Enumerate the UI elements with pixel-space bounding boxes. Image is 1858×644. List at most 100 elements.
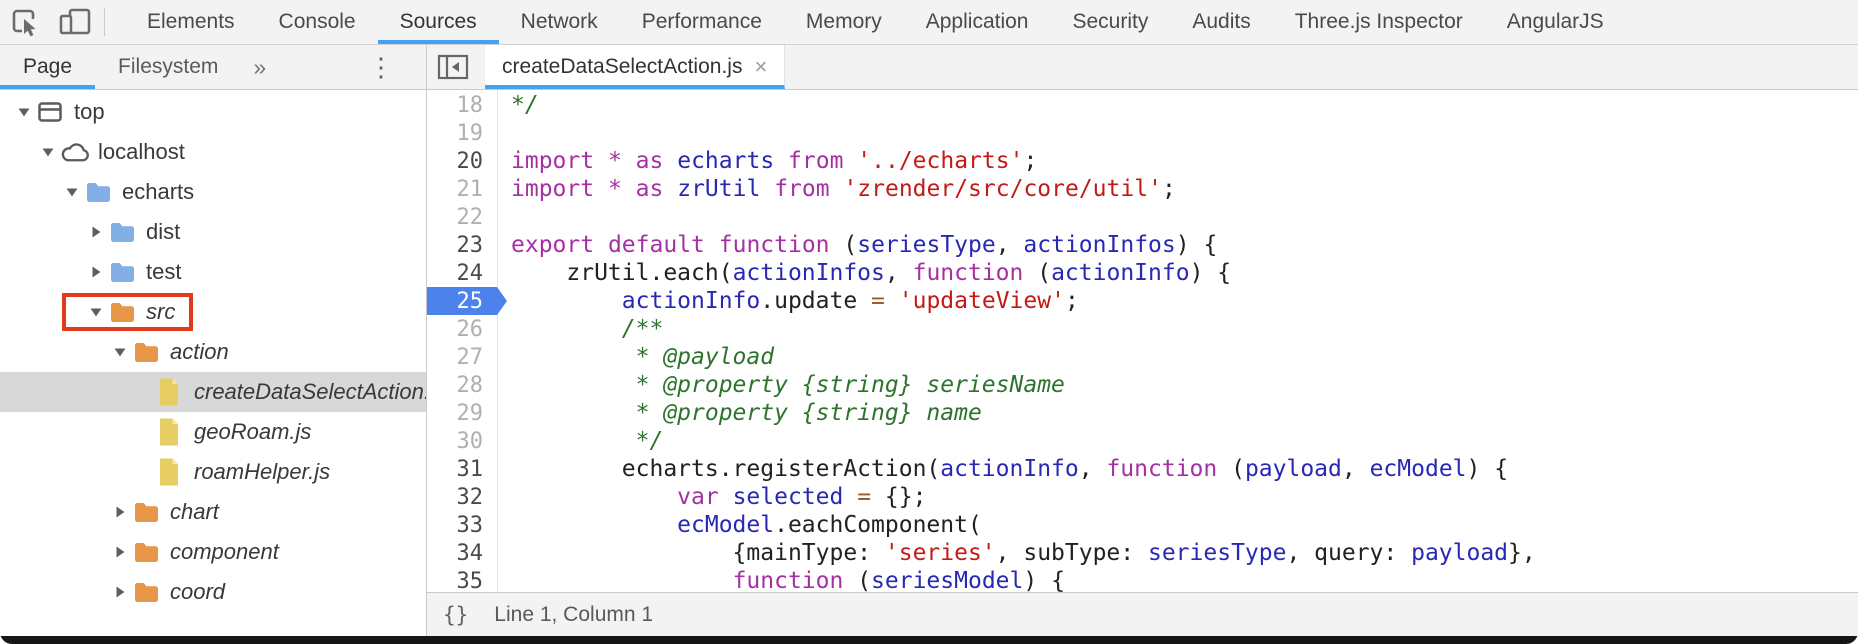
line-number[interactable]: 32	[427, 483, 497, 511]
code-line-32: 32 var selected = {};	[427, 483, 1858, 511]
tree-item-component[interactable]: component	[0, 532, 426, 572]
breakpoint-line-number[interactable]: 25	[427, 287, 507, 315]
editor-tab-bar: createDataSelectAction.js ×	[427, 45, 1858, 90]
folder-icon	[109, 301, 136, 324]
disclosure-triangle-icon[interactable]	[113, 345, 127, 359]
line-number[interactable]: 33	[427, 511, 497, 539]
main-tab-three-js-inspector[interactable]: Three.js Inspector	[1273, 0, 1485, 44]
disclosure-triangle-icon[interactable]	[89, 225, 103, 239]
tree-item-localhost[interactable]: localhost	[0, 132, 426, 172]
inspect-element-icon[interactable]	[10, 7, 42, 37]
overflow-tabs-icon[interactable]: »	[241, 45, 278, 89]
tree-item-label: action	[170, 339, 229, 365]
line-number[interactable]: 26	[427, 315, 497, 343]
tree-item-label: src	[146, 299, 175, 325]
code-text: import * as zrUtil from 'zrender/src/cor…	[497, 176, 1176, 202]
main-tab-network[interactable]: Network	[499, 0, 620, 44]
disclosure-triangle-icon[interactable]	[89, 305, 103, 319]
highlight-red-box: src	[62, 293, 193, 331]
close-icon[interactable]: ×	[754, 56, 767, 78]
main-tab-performance[interactable]: Performance	[620, 0, 784, 44]
sources-navigator-sidebar: Page Filesystem » ⋮ top localhost echarts d…	[0, 45, 427, 636]
tree-item-label: roamHelper.js	[194, 459, 330, 485]
tree-item-src[interactable]: src	[0, 292, 426, 332]
code-text: function (seriesModel) {	[497, 568, 1065, 592]
code-line-29: 29 * @property {string} name	[427, 399, 1858, 427]
tree-item-action[interactable]: action	[0, 332, 426, 372]
source-editor-pane: createDataSelectAction.js × 18*/1920impo…	[427, 45, 1858, 636]
disclosure-triangle-icon[interactable]	[113, 585, 127, 599]
device-toolbar-icon[interactable]	[58, 8, 92, 36]
line-number[interactable]: 23	[427, 231, 497, 259]
navigator-tab-page[interactable]: Page	[0, 45, 95, 89]
tree-item-label: echarts	[122, 179, 194, 205]
devtools-body: Page Filesystem » ⋮ top localhost echarts d…	[0, 45, 1858, 636]
code-line-18: 18*/	[427, 91, 1858, 119]
folder-icon	[133, 501, 160, 524]
code-line-21: 21import * as zrUtil from 'zrender/src/c…	[427, 175, 1858, 203]
line-number[interactable]: 30	[427, 427, 497, 455]
line-number[interactable]: 19	[427, 119, 497, 147]
line-number[interactable]: 34	[427, 539, 497, 567]
line-number[interactable]: 35	[427, 567, 497, 592]
tree-item-label: coord	[170, 579, 225, 605]
editor-tab-createdataselectaction[interactable]: createDataSelectAction.js ×	[485, 45, 785, 89]
line-number[interactable]: 20	[427, 147, 497, 175]
main-tab-application[interactable]: Application	[904, 0, 1051, 44]
pretty-print-icon[interactable]: {}	[443, 603, 468, 627]
code-line-22: 22	[427, 203, 1858, 231]
code-text: echarts.registerAction(actionInfo, funct…	[497, 456, 1508, 482]
disclosure-triangle-icon[interactable]	[113, 505, 127, 519]
tree-item-chart[interactable]: chart	[0, 492, 426, 532]
line-number[interactable]: 18	[427, 91, 497, 119]
line-number[interactable]: 22	[427, 203, 497, 231]
main-tab-security[interactable]: Security	[1050, 0, 1170, 44]
navigator-tab-filesystem[interactable]: Filesystem	[95, 45, 241, 89]
tree-item-echarts[interactable]: echarts	[0, 172, 426, 212]
tree-item-label: localhost	[98, 139, 185, 165]
disclosure-triangle-icon[interactable]	[89, 265, 103, 279]
code-line-19: 19	[427, 119, 1858, 147]
toolbar-separator	[104, 8, 105, 36]
main-tab-memory[interactable]: Memory	[784, 0, 904, 44]
disclosure-triangle-icon[interactable]	[17, 105, 31, 119]
code-text: zrUtil.each(actionInfos, function (actio…	[497, 260, 1231, 286]
tree-item-test[interactable]: test	[0, 252, 426, 292]
file-icon	[157, 457, 181, 487]
code-text: actionInfo.update = 'updateView';	[497, 288, 1079, 314]
code-text: /**	[497, 316, 663, 342]
code-editor[interactable]: 18*/1920import * as echarts from '../ech…	[427, 90, 1858, 592]
line-number[interactable]: 29	[427, 399, 497, 427]
tree-item-dist[interactable]: dist	[0, 212, 426, 252]
code-lines: 18*/1920import * as echarts from '../ech…	[427, 90, 1858, 592]
code-line-20: 20import * as echarts from '../echarts';	[427, 147, 1858, 175]
code-line-28: 28 * @property {string} seriesName	[427, 371, 1858, 399]
toolbar-icon-group	[0, 0, 104, 44]
line-number[interactable]: 31	[427, 455, 497, 483]
tree-item-createdataselectaction-js[interactable]: createDataSelectAction.js	[0, 372, 426, 412]
tree-item-label: test	[146, 259, 181, 285]
collapse-sidebar-icon[interactable]	[427, 45, 479, 89]
tree-item-coord[interactable]: coord	[0, 572, 426, 612]
disclosure-triangle-icon[interactable]	[65, 185, 79, 199]
disclosure-triangle-icon[interactable]	[41, 145, 55, 159]
main-tab-angularjs[interactable]: AngularJS	[1485, 0, 1626, 44]
tree-item-top[interactable]: top	[0, 92, 426, 132]
main-tab-elements[interactable]: Elements	[125, 0, 257, 44]
tree-item-roamhelper-js[interactable]: roamHelper.js	[0, 452, 426, 492]
line-number[interactable]: 28	[427, 371, 497, 399]
line-number[interactable]: 21	[427, 175, 497, 203]
main-tab-sources[interactable]: Sources	[378, 0, 499, 44]
disclosure-triangle-icon[interactable]	[113, 545, 127, 559]
menu-dots-icon[interactable]: ⋮	[362, 45, 400, 89]
main-tab-audits[interactable]: Audits	[1170, 0, 1272, 44]
code-text: */	[497, 428, 663, 454]
line-number[interactable]: 27	[427, 343, 497, 371]
window-bottom-edge	[0, 636, 1858, 644]
tree-item-georoam-js[interactable]: geoRoam.js	[0, 412, 426, 452]
main-panel-tabs: ElementsConsoleSourcesNetworkPerformance…	[125, 0, 1626, 44]
code-line-24: 24 zrUtil.each(actionInfos, function (ac…	[427, 259, 1858, 287]
tree-item-label: geoRoam.js	[194, 419, 311, 445]
line-number[interactable]: 24	[427, 259, 497, 287]
main-tab-console[interactable]: Console	[257, 0, 378, 44]
